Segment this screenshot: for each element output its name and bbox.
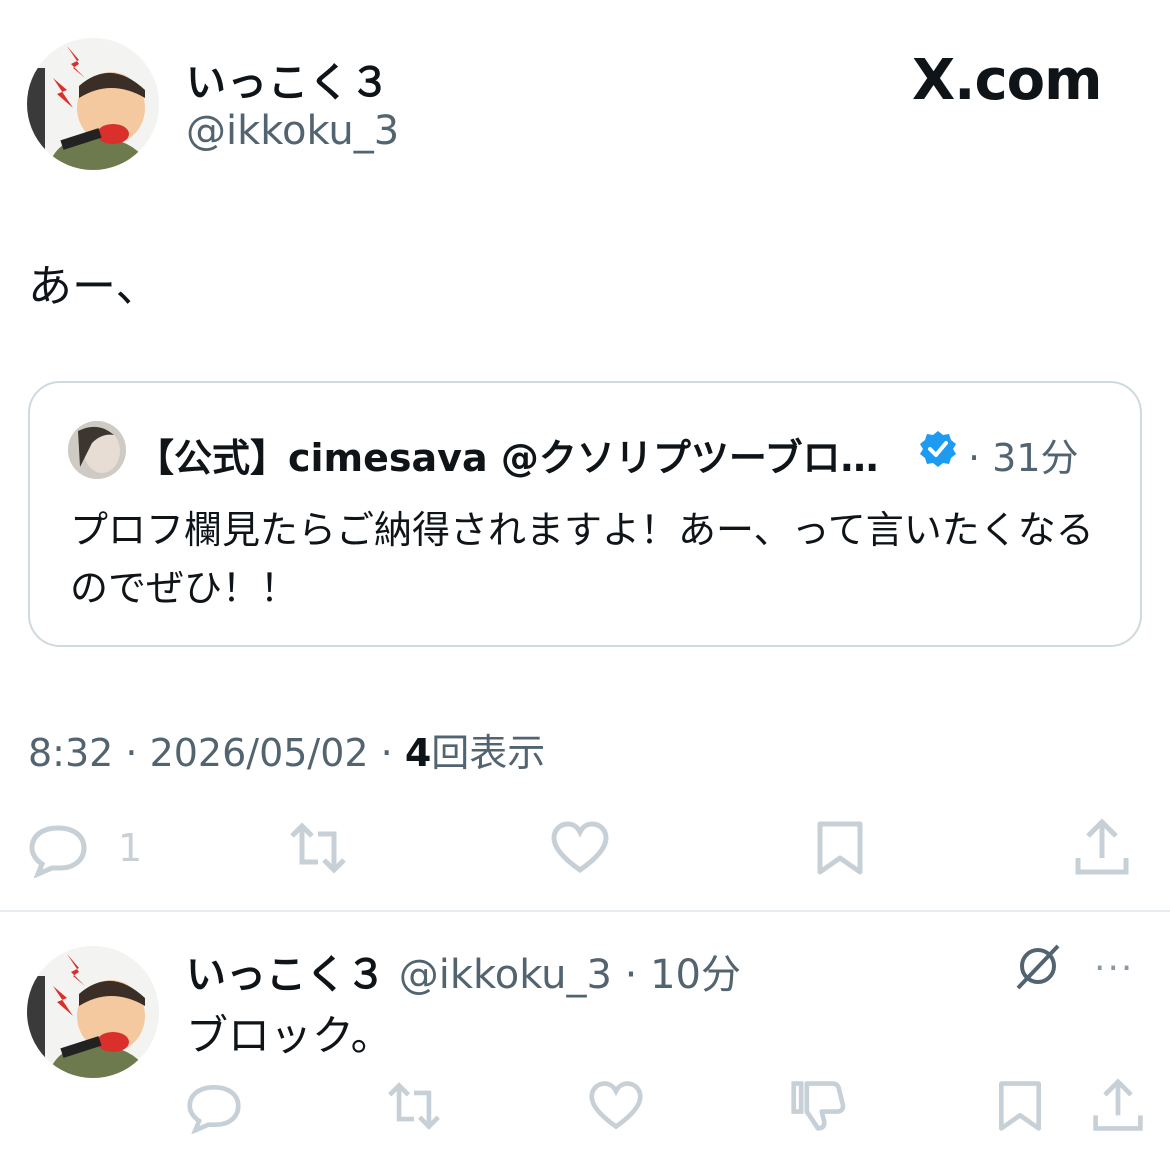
reply-icon[interactable] (28, 818, 88, 879)
author-avatar[interactable] (27, 38, 159, 170)
reply-count: 1 (118, 826, 143, 870)
divider (0, 910, 1170, 912)
more-options-icon[interactable]: ··· (1094, 948, 1134, 989)
reply-author-name[interactable]: いっこく３ (186, 952, 386, 998)
post-text: あー、 (28, 261, 160, 312)
like-icon[interactable] (550, 818, 610, 878)
author-handle[interactable]: @ikkoku_3 (186, 108, 399, 154)
reply-time[interactable]: · 10分 (612, 952, 741, 998)
like-icon[interactable] (588, 1078, 644, 1134)
dislike-icon[interactable] (790, 1078, 846, 1134)
grok-icon[interactable] (1012, 940, 1064, 992)
reply-text: ブロック。 (186, 1011, 393, 1060)
reply-author-avatar[interactable] (27, 946, 159, 1078)
views-label: 回表示 (431, 731, 546, 775)
bookmark-icon[interactable] (810, 818, 870, 878)
share-icon[interactable] (1090, 1078, 1146, 1134)
site-logo: X.com (912, 48, 1102, 113)
post-meta: 8:32 · 2026/05/02 · 4回表示 (28, 722, 545, 777)
post-timestamp: 8:32 · 2026/05/02 · (28, 731, 405, 775)
quoted-author-avatar (68, 421, 126, 479)
author-name[interactable]: いっこく３ (186, 50, 391, 108)
bookmark-icon[interactable] (992, 1078, 1048, 1134)
quoted-author-name: 【公式】cimesava @クソリプツーブロ… (136, 436, 879, 480)
share-icon[interactable] (1072, 818, 1132, 878)
reply-header: いっこく３ @ikkoku_3 · 10分 (186, 942, 741, 1000)
repost-icon[interactable] (288, 818, 348, 878)
quoted-post-card[interactable]: 【公式】cimesava @クソリプツーブロ… · 31分 プロフ欄見たらご納得… (28, 381, 1142, 647)
quoted-post-time: · 31分 (968, 436, 1079, 480)
verified-badge-icon (918, 429, 958, 469)
reply-icon[interactable] (186, 1078, 242, 1135)
views-count: 4 (404, 731, 432, 775)
reply-author-handle[interactable]: @ikkoku_3 (386, 952, 612, 998)
quoted-post-text: プロフ欄見たらご納得されますよ！あー、って言いたくなるのでぜひ！！ (70, 508, 1094, 610)
repost-icon[interactable] (386, 1078, 442, 1134)
